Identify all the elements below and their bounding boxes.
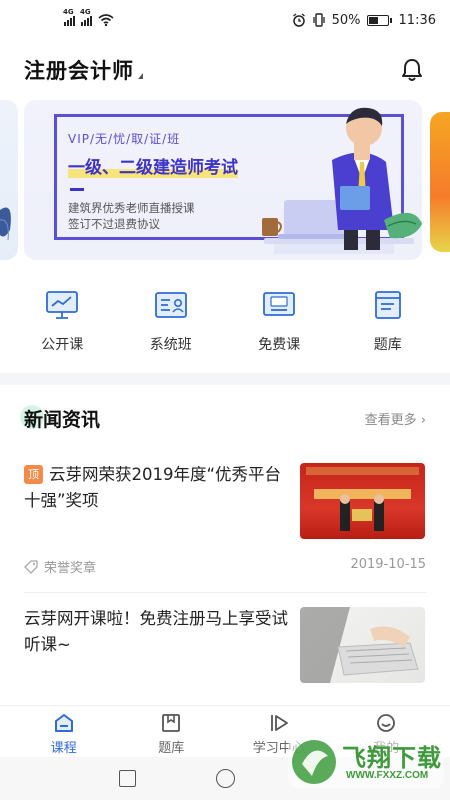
news-date: 2019-10-15 <box>350 557 426 572</box>
quick-item-system-class[interactable]: 系统班 <box>121 290 221 370</box>
quick-item-question-bank[interactable]: 题库 <box>338 290 438 370</box>
alarm-icon <box>292 13 305 27</box>
news-section-header: 新闻资讯 查看更多 › <box>0 400 450 436</box>
signal-indicators: 4G 4G <box>63 8 114 26</box>
tag-icon <box>24 559 38 574</box>
exam-selector[interactable]: 注册会计师 <box>24 55 143 85</box>
banner-line-1: 建筑界优秀老师直播授课 <box>68 201 195 215</box>
banner-vip-line: VIP/无/忧/取/证/班 <box>68 132 181 146</box>
news-title-wrap: 新闻资讯 <box>20 404 101 432</box>
section-divider <box>0 373 450 385</box>
quick-label: 公开课 <box>41 337 84 353</box>
watermark-text: 飞翔下载 <box>342 744 442 772</box>
news-thumbnail <box>300 463 425 539</box>
battery-icon <box>366 14 392 26</box>
recent-apps-button[interactable] <box>118 770 136 787</box>
news-item-title: 云芽网开课啦！免费注册马上享受试听课~ <box>24 609 288 654</box>
dropdown-caret-icon <box>138 73 143 79</box>
banner-headline: 一级、二级建造师考试 <box>68 158 238 178</box>
vibrate-icon <box>312 13 325 27</box>
signal-icon: 4G <box>63 8 75 26</box>
chevron-right-icon: › <box>420 412 426 428</box>
tab-question-bank[interactable]: 题库 <box>126 706 216 757</box>
banner-divider <box>70 188 84 191</box>
class-card-icon <box>154 292 187 318</box>
top-badge: 顶 <box>24 465 43 484</box>
quick-menu: 公开课 系统班 免费课 题库 <box>0 290 450 370</box>
page-title: 注册会计师 <box>24 59 134 83</box>
status-bar: 4G 4G 50% 11:36 <box>0 0 450 40</box>
banner-prev-peek <box>0 100 18 260</box>
banner-carousel[interactable]: VIP/无/忧/取/证/班 一级、二级建造师考试 建筑界优秀老师直播授课 签订不… <box>0 100 450 270</box>
banner-next-peek <box>430 112 450 252</box>
play-icon <box>270 715 288 731</box>
banner-line-2: 签订不过退费协议 <box>68 217 160 231</box>
live-monitor-icon <box>46 291 79 319</box>
free-course-icon <box>263 292 296 316</box>
quick-item-free-course[interactable]: 免费课 <box>229 290 329 370</box>
news-item-meta: 荣誉奖章 2019-10-15 <box>24 557 426 576</box>
wifi-icon <box>98 14 114 26</box>
tab-courses[interactable]: 课程 <box>19 706 109 757</box>
quick-item-public-course[interactable]: 公开课 <box>12 290 112 370</box>
news-thumbnail <box>300 607 425 683</box>
course-home-icon <box>54 714 73 732</box>
view-more-link[interactable]: 查看更多 › <box>365 409 426 428</box>
home-button[interactable] <box>215 769 235 788</box>
news-separator <box>24 592 426 593</box>
question-bank-icon <box>374 291 401 319</box>
teacher-illustration <box>262 107 422 254</box>
quick-label: 题库 <box>373 337 402 353</box>
app-screen: 4G 4G 50% 11:36 注册会计师 VIP/无/忧/取/证/班 一级、二… <box>0 0 450 800</box>
news-item-title: 顶云芽网荣获2019年度“优秀平台十强”奖项 <box>24 465 282 510</box>
battery-percent: 50% <box>331 12 361 28</box>
status-right: 50% 11:36 <box>292 13 436 28</box>
app-header: 注册会计师 <box>0 48 450 92</box>
site-watermark: 飞翔下载 WWW.FXXZ.COM <box>288 728 444 794</box>
notification-bell-icon[interactable] <box>398 56 426 84</box>
banner-slide[interactable]: VIP/无/忧/取/证/班 一级、二级建造师考试 建筑界优秀老师直播授课 签订不… <box>24 100 422 260</box>
clock: 11:36 <box>398 12 436 28</box>
news-section-title: 新闻资讯 <box>24 408 101 431</box>
quick-label: 系统班 <box>149 337 192 353</box>
news-tag: 荣誉奖章 <box>24 557 96 576</box>
signal-icon: 4G <box>80 8 92 26</box>
quick-label: 免费课 <box>258 337 301 353</box>
watermark-url: WWW.FXXZ.COM <box>346 770 429 781</box>
question-bank-tab-icon <box>162 714 181 732</box>
